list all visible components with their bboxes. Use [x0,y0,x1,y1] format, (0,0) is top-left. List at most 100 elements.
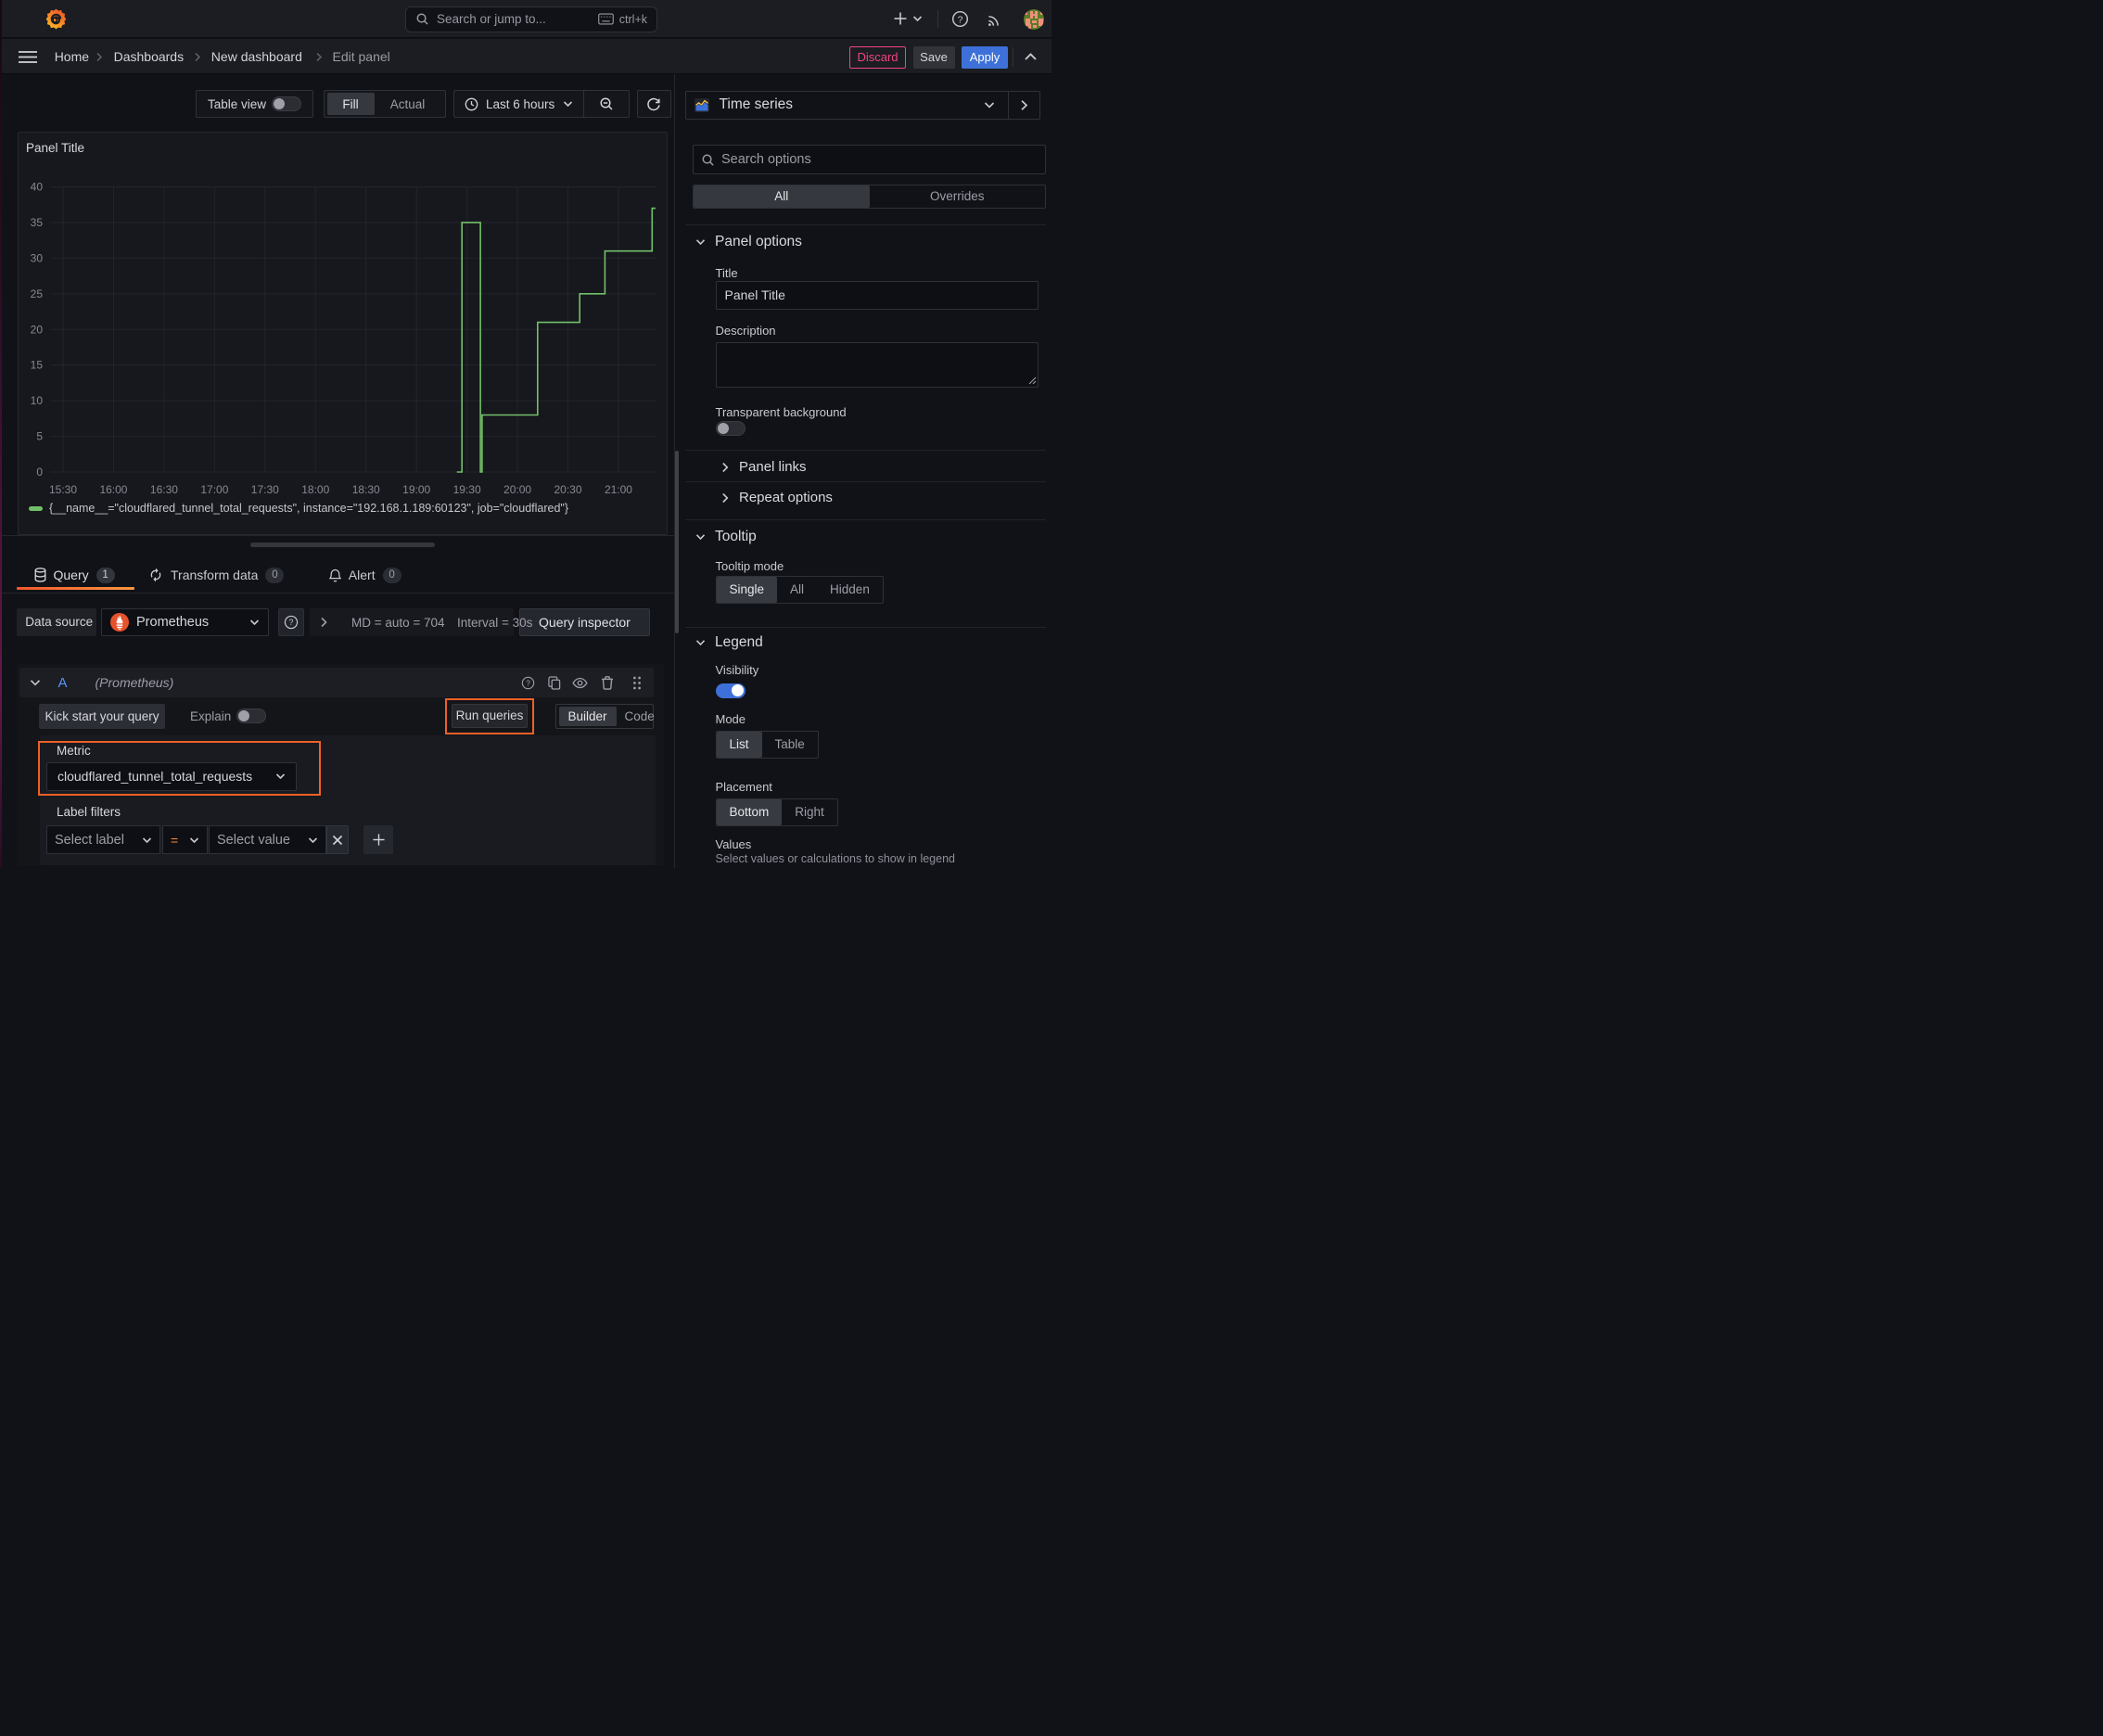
x-tick-label: 16:30 [150,483,178,496]
resize-handle-icon[interactable] [1028,377,1037,385]
datasource-picker[interactable]: Prometheus [101,607,269,636]
main-scrollbar[interactable] [674,451,679,633]
label-filter-value-select[interactable]: Select value [209,825,326,854]
add-button[interactable] [892,10,909,27]
active-tab-underline [16,586,134,591]
tooltip-section-header[interactable]: Tooltip [695,529,757,545]
query-help-icon[interactable]: ? [514,676,543,690]
query-collapse-chevron-down-icon[interactable] [30,679,41,686]
legend-section-header[interactable]: Legend [695,634,763,651]
legend-mode-table[interactable]: Table [762,732,818,758]
explain-label: Explain [190,708,232,723]
nav-divider [937,10,938,28]
refresh-button[interactable] [637,90,671,118]
explain-toggle[interactable] [236,708,266,723]
legend-placement-radio-group: Bottom Right [715,798,838,826]
filter-all-tab[interactable]: All [694,185,870,208]
query-editor-tabs: Query 1 Transform data 0 Alert 0 [0,556,674,594]
clock-icon [465,97,478,111]
legend-placement-bottom[interactable]: Bottom [716,798,783,825]
user-avatar[interactable] [1023,8,1045,31]
tab-alert[interactable]: Alert 0 [328,556,401,594]
repeat-options-section[interactable]: Repeat options [721,490,833,505]
legend-mode-list[interactable]: List [716,731,762,758]
kick-start-query-button[interactable]: Kick start your query [39,703,165,729]
table-view-toggle[interactable] [272,96,301,111]
question-circle-icon: ? [284,615,298,629]
keyboard-icon [597,13,614,25]
grafana-edit-panel-page: Search or jump to... ctrl+k ? Home Dashb… [0,0,1052,868]
help-icon[interactable]: ? [951,10,969,28]
save-button[interactable]: Save [912,46,955,69]
duplicate-query-icon[interactable] [543,675,567,690]
breadcrumb-home[interactable]: Home [55,39,89,74]
add-filter-button[interactable] [363,825,393,854]
tooltip-mode-single[interactable]: Single [716,576,778,603]
tab-transform-data[interactable]: Transform data 0 [148,556,285,594]
y-tick-label: 5 [36,430,43,443]
breadcrumb-dashboards[interactable]: Dashboards [114,39,185,74]
legend-visibility-label: Visibility [715,663,759,677]
legend-visibility-toggle[interactable] [715,683,746,698]
query-inspector-button[interactable]: Query inspector [518,607,651,636]
visualization-picker[interactable]: Time series [684,91,1040,120]
chart-legend: {__name__="cloudflared_tunnel_total_requ… [29,502,568,515]
delete-query-trash-icon[interactable] [594,675,620,690]
transform-icon [150,568,161,582]
zoom-out-icon[interactable] [584,96,629,111]
global-search-input[interactable]: Search or jump to... ctrl+k [405,6,657,32]
section-chevron-down-icon [695,640,706,646]
toggle-pane-chevron-right-icon[interactable] [1009,99,1039,111]
remove-filter-button[interactable] [326,825,349,854]
legend-series-swatch[interactable] [29,505,43,511]
legend-series-name[interactable]: {__name__="cloudflared_tunnel_total_requ… [49,502,568,515]
datasource-help-button[interactable]: ? [277,607,304,636]
breadcrumb-new-dashboard[interactable]: New dashboard [211,39,302,74]
time-range-label[interactable]: Last 6 hours [486,97,554,111]
add-chevron-down-icon[interactable] [912,15,923,22]
query-ref-id[interactable]: A [58,675,68,691]
label-filter-operator-select[interactable]: = [162,825,208,854]
table-view-control: Table view [196,90,313,118]
hide-response-eye-icon[interactable] [567,677,594,689]
x-tick-label: 19:30 [453,483,481,496]
builder-option[interactable]: Builder [558,706,617,726]
query-row-header[interactable]: A (Prometheus) ? [19,668,654,697]
tooltip-mode-all[interactable]: All [777,577,817,603]
time-series-chart[interactable]: 0 5 10 15 20 25 30 35 40 15:30 16:00 16:30 17:00 17:3… [19,133,667,534]
panel-title[interactable]: Panel Title [26,141,84,155]
options-search-placeholder: Search options [721,152,811,167]
options-search-input[interactable]: Search options [693,145,1046,174]
code-option[interactable]: Code [617,707,663,726]
operator-value: = [171,832,179,848]
menu-hamburger-icon[interactable] [19,51,37,63]
y-tick-label: 0 [36,466,43,479]
time-range-chevron-down-icon[interactable] [563,100,573,108]
breadcrumb-separator-icon [315,39,323,74]
query-datasource-hint: (Prometheus) [95,675,174,690]
collapse-chevron-up-icon[interactable] [1024,52,1038,61]
options-chevron-right-icon[interactable] [320,617,327,628]
transparent-background-toggle[interactable] [715,420,746,436]
breadcrumb-bar: Home Dashboards New dashboard Edit panel… [0,39,1052,74]
query-options-strip: MD = auto = 704 Interval = 30s [309,607,532,636]
pane-splitter-handle[interactable] [250,542,435,547]
panel-options-section-header[interactable]: Panel options [695,234,802,250]
news-rss-icon[interactable] [986,11,1002,28]
panel-links-section[interactable]: Panel links [721,459,807,475]
legend-placement-label: Placement [715,779,772,794]
drag-grip-icon[interactable] [620,676,654,690]
fill-option[interactable]: Fill [326,93,375,115]
apply-button[interactable]: Apply [962,46,1008,69]
description-textarea[interactable] [715,342,1039,388]
discard-button[interactable]: Discard [849,46,906,69]
tooltip-mode-hidden[interactable]: Hidden [817,577,883,603]
legend-placement-right[interactable]: Right [782,799,837,825]
actual-option[interactable]: Actual [375,93,441,115]
datasource-value: Prometheus [136,614,210,630]
refresh-icon [647,97,660,111]
filter-overrides-tab[interactable]: Overrides [870,185,1046,208]
label-filter-label-select[interactable]: Select label [46,825,160,854]
grafana-logo-icon[interactable] [45,7,68,31]
panel-title-input[interactable]: Panel Title [715,281,1039,310]
